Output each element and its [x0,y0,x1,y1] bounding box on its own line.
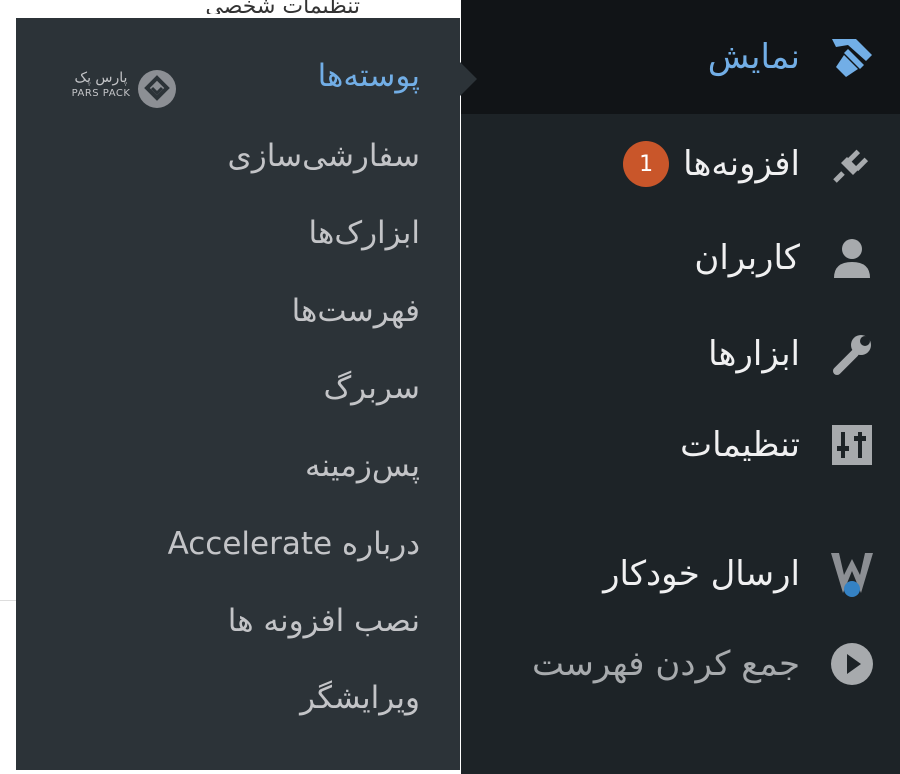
appearance-submenu: پارس پک PARS PACK پوسته‌ها سفارشی‌سازی ا… [16,18,460,770]
submenu-item-install-plugins[interactable]: نصب افزونه ها [228,603,420,639]
auto-post-icon [822,544,882,604]
submenu-pointer [460,62,477,96]
user-icon [822,228,882,288]
paintbrush-icon [822,27,882,87]
submenu-item-themes[interactable]: پوسته‌ها [318,58,420,94]
menu-item-appearance[interactable]: نمایش [461,0,900,114]
sliders-icon [822,415,882,475]
parspack-watermark: پارس پک PARS PACK [70,70,180,110]
menu-item-plugins[interactable]: افزونه‌ها 1 [461,124,900,204]
menu-item-label: ابزارها [708,334,800,374]
collapse-icon [822,634,882,694]
admin-menu: نمایش افزونه‌ها 1 کاربران [461,0,900,774]
page-partial-text: تنظیمات شخصی [205,0,360,14]
watermark-name-en: PARS PACK [71,88,131,99]
menu-item-label: افزونه‌ها [683,144,800,184]
watermark-name-fa: پارس پک [74,70,128,86]
menu-item-tools[interactable]: ابزارها [461,314,900,394]
parspack-logo-icon [138,70,176,108]
submenu-item-editor[interactable]: ویرایشگر [300,680,420,716]
menu-item-label: جمع کردن فهرست [532,644,800,684]
submenu-item-widgets[interactable]: ابزارک‌ها [309,215,420,251]
menu-item-label: ارسال خودکار [603,554,800,594]
menu-item-users[interactable]: کاربران [461,218,900,298]
menu-item-label: نمایش [707,37,800,77]
menu-item-auto-post[interactable]: ارسال خودکار [461,534,900,614]
menu-item-label: تنظیمات [680,425,800,465]
submenu-item-header[interactable]: سربرگ [323,370,420,406]
submenu-item-about-accelerate[interactable]: درباره Accelerate [168,526,420,562]
plugin-icon [822,134,882,194]
submenu-item-menus[interactable]: فهرست‌ها [292,293,420,329]
menu-item-collapse[interactable]: جمع کردن فهرست [461,624,900,704]
submenu-item-background[interactable]: پس‌زمینه [305,448,420,484]
menu-item-settings[interactable]: تنظیمات [461,405,900,485]
update-count-badge: 1 [623,141,670,187]
wrench-icon [822,324,882,384]
menu-item-label: کاربران [694,238,800,278]
submenu-item-customize[interactable]: سفارشی‌سازی [227,138,420,174]
